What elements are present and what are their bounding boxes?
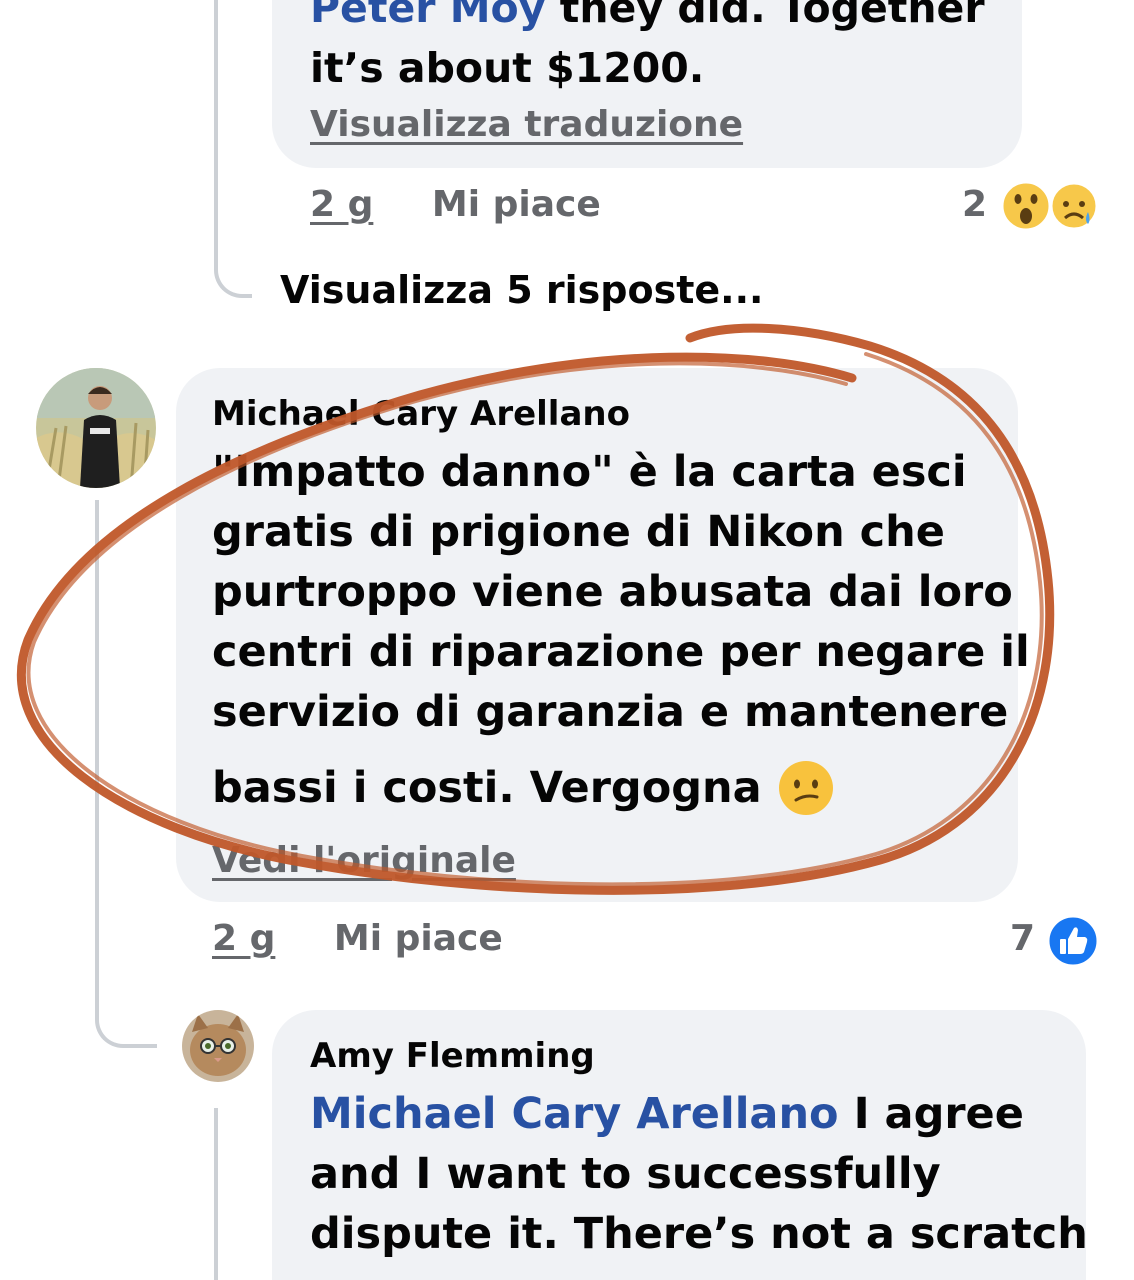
- comment-prev-like-button[interactable]: Mi piace: [432, 184, 601, 225]
- thread-line-reply: [214, 1108, 218, 1280]
- comment-main-line: purtroppo viene abusata dai loro: [212, 567, 1013, 617]
- like-icon[interactable]: [1046, 914, 1100, 968]
- confused-face-icon: [778, 760, 834, 816]
- comment-main-like-button[interactable]: Mi piace: [334, 918, 503, 959]
- sad-icon: [1049, 181, 1099, 231]
- comment-main-last-line: bassi i costi. Vergogna: [212, 758, 1030, 818]
- view-original-link[interactable]: Vedi l'originale: [212, 840, 516, 881]
- wow-icon: [1000, 180, 1052, 232]
- comment-prev-time[interactable]: 2 g: [310, 184, 373, 225]
- comment-author-amy[interactable]: Amy Flemming: [310, 1036, 595, 1076]
- reply-text: Michael Cary Arellano I agree and I want…: [310, 1084, 1088, 1264]
- comment-prev-meta: 2 g Mi piace: [310, 184, 601, 225]
- comment-main-line: servizio di garanzia e mantenere: [212, 687, 1009, 737]
- reply-line1: Michael Cary Arellano I agree: [310, 1089, 1024, 1139]
- comment-prev-reaction-count[interactable]: 2: [962, 184, 987, 225]
- mention-peter-moy[interactable]: Peter Moy: [310, 0, 545, 32]
- comment-main-time[interactable]: 2 g: [212, 918, 275, 959]
- thread-curve-main: [95, 1000, 157, 1048]
- view-replies-link[interactable]: Visualizza 5 risposte...: [280, 268, 763, 312]
- comment-prev-text: Peter Moy they did. Together it’s about …: [310, 0, 985, 98]
- comment-author-michael[interactable]: Michael Cary Arellano: [212, 394, 630, 434]
- comment-main-line: gratis di prigione di Nikon che: [212, 507, 945, 557]
- thread-line-main: [95, 500, 99, 1010]
- comment-main-line: "Impatto danno" è la carta esci: [212, 447, 967, 497]
- thread-curve-prev: [214, 230, 252, 298]
- comment-main-text: "Impatto danno" è la carta esci gratis d…: [212, 442, 1030, 818]
- reply-line2: and I want to successfully: [310, 1149, 941, 1199]
- reply-line3: dispute it. There’s not a scratch: [310, 1209, 1088, 1259]
- comment-prev-line2: it’s about $1200.: [310, 44, 705, 92]
- view-translation-link[interactable]: Visualizza traduzione: [310, 104, 743, 145]
- avatar-amy[interactable]: [182, 1010, 254, 1082]
- thread-line-prev: [214, 0, 218, 250]
- comment-prev-reactions[interactable]: [998, 180, 1102, 232]
- comment-main-reaction-count[interactable]: 7: [1010, 918, 1035, 959]
- comment-main-meta: 2 g Mi piace: [212, 918, 503, 959]
- comment-main-line: centri di riparazione per negare il: [212, 627, 1030, 677]
- comment-prev-line1: Peter Moy they did. Together: [310, 0, 985, 38]
- avatar-michael[interactable]: [36, 368, 156, 488]
- mention-michael[interactable]: Michael Cary Arellano: [310, 1089, 839, 1139]
